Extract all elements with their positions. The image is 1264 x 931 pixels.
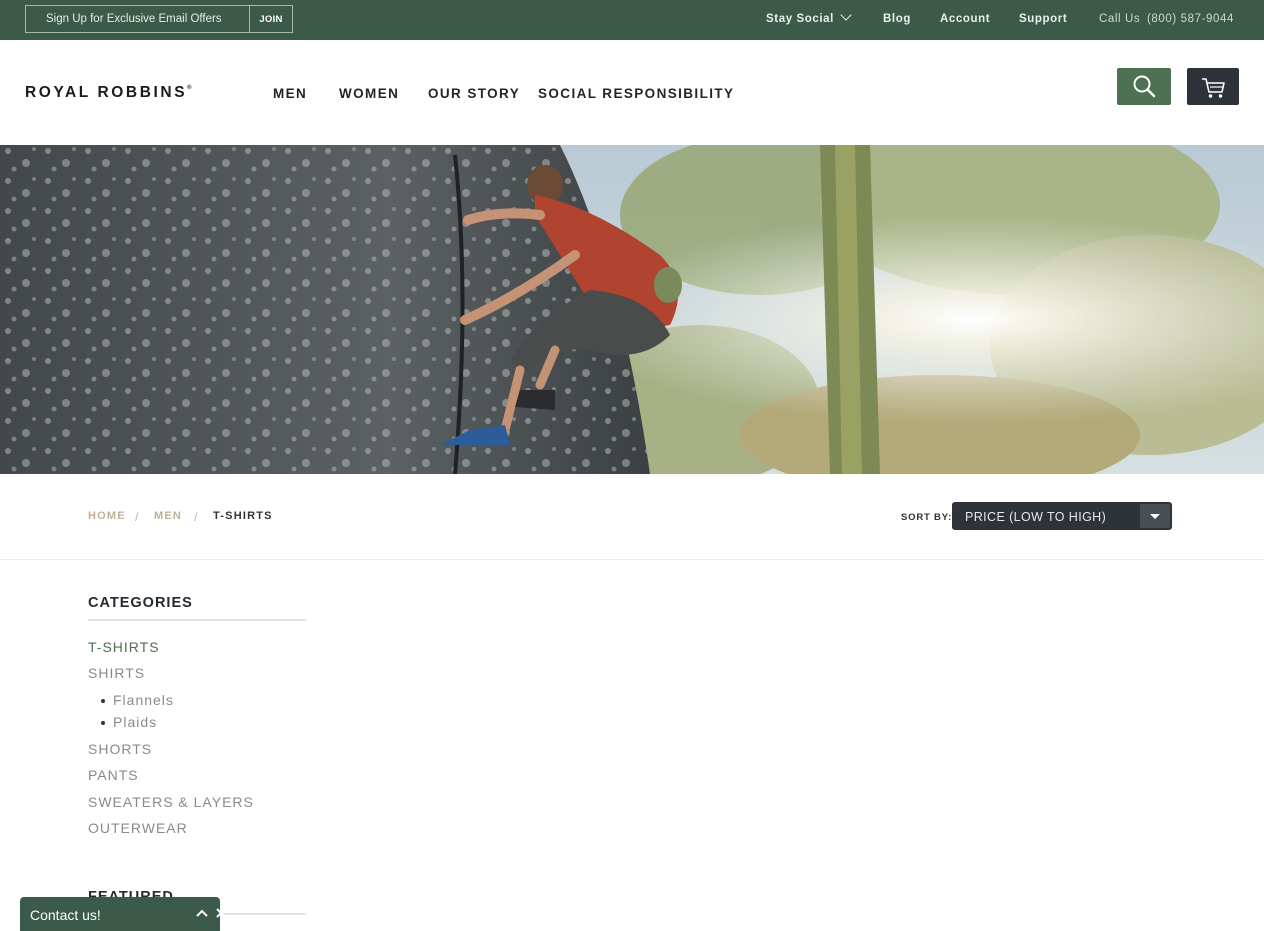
list-bullet: [101, 721, 105, 725]
categories-heading: CATEGORIES: [88, 595, 193, 611]
hero-banner-image: [0, 145, 1264, 474]
search-icon: [1133, 75, 1156, 98]
nav-social-responsibility[interactable]: SOCIAL RESPONSIBILITY: [538, 86, 734, 101]
chevron-down-icon: [840, 9, 852, 21]
category-sweaters-layers[interactable]: SWEATERS & LAYERS: [88, 794, 254, 810]
blog-link[interactable]: Blog: [883, 13, 911, 25]
breadcrumb-home[interactable]: HOME: [88, 510, 126, 522]
contact-us-widget[interactable]: Contact us!: [20, 897, 226, 931]
royal-robbins-logo[interactable]: ROYAL ROBBINS®: [25, 84, 192, 102]
support-link[interactable]: Support: [1019, 13, 1067, 25]
subcategory-flannels[interactable]: Flannels: [113, 692, 174, 708]
nav-women[interactable]: WOMEN: [339, 86, 399, 101]
category-outerwear[interactable]: OUTERWEAR: [88, 820, 188, 836]
sort-selected-value: PRICE (LOW TO HIGH): [965, 510, 1107, 524]
search-button[interactable]: [1117, 68, 1171, 105]
breadcrumb-separator: /: [194, 510, 198, 524]
breadcrumb-men[interactable]: MEN: [154, 510, 182, 522]
registered-mark: ®: [187, 84, 192, 91]
cart-icon: [1202, 78, 1225, 98]
chevron-up-icon[interactable]: [195, 908, 209, 918]
category-pants[interactable]: PANTS: [88, 767, 139, 783]
categories-divider: [88, 619, 306, 621]
nav-our-story[interactable]: OUR STORY: [428, 86, 520, 101]
account-link[interactable]: Account: [940, 13, 990, 25]
category-shirts[interactable]: SHIRTS: [88, 665, 145, 681]
phone-number-link[interactable]: (800) 587-9044: [1147, 13, 1234, 25]
call-us-label: Call Us: [1099, 13, 1141, 25]
nav-men[interactable]: MEN: [273, 86, 307, 101]
sort-by-label: SORT BY:: [901, 512, 953, 523]
sort-select[interactable]: PRICE (LOW TO HIGH): [952, 502, 1172, 530]
stay-social-dropdown[interactable]: Stay Social: [766, 9, 852, 25]
caret-down-icon: [1150, 514, 1160, 519]
cart-button[interactable]: [1187, 68, 1239, 105]
stay-social-label: Stay Social: [766, 13, 834, 25]
logo-text: ROYAL ROBBINS: [25, 84, 188, 101]
close-icon[interactable]: [215, 907, 227, 919]
list-bullet: [101, 699, 105, 703]
subcategory-plaids[interactable]: Plaids: [113, 714, 157, 730]
category-t-shirts[interactable]: T-SHIRTS: [88, 639, 160, 655]
email-signup-input[interactable]: [25, 5, 250, 33]
breadcrumb-separator: /: [135, 510, 139, 524]
top-utility-bar: JOIN Stay Social Blog Account Support Ca…: [0, 0, 1264, 40]
contact-us-label: Contact us!: [30, 907, 101, 923]
category-shorts[interactable]: SHORTS: [88, 741, 152, 757]
divider: [0, 559, 1264, 560]
sort-dropdown-button[interactable]: [1140, 504, 1170, 528]
breadcrumb-current: T-SHIRTS: [213, 510, 273, 522]
join-button[interactable]: JOIN: [249, 5, 293, 33]
